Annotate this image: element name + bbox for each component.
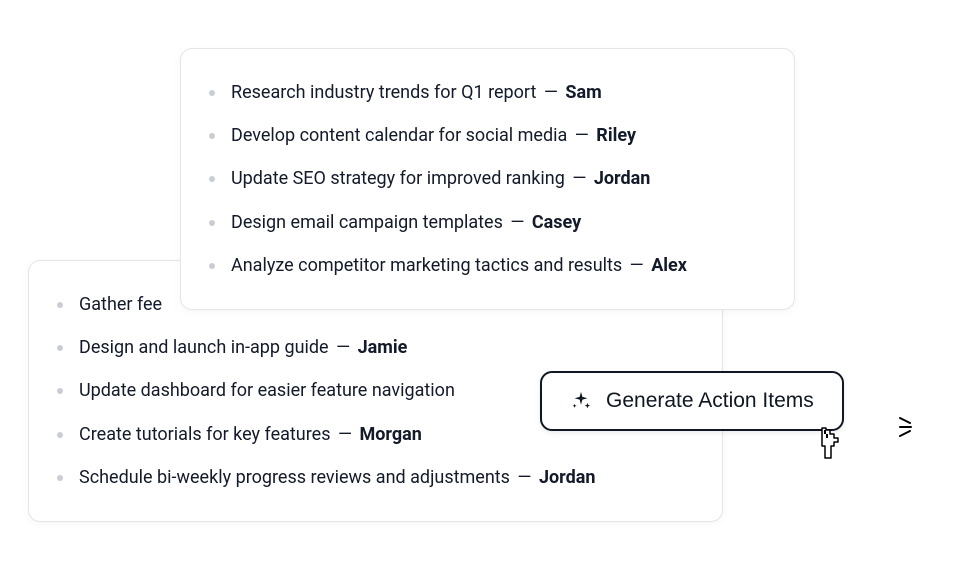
click-indicator-icon xyxy=(898,412,928,442)
list-item: Update SEO strategy for improved ranking… xyxy=(209,157,766,200)
task-label: Design email campaign templates xyxy=(231,212,503,233)
separator: — xyxy=(572,168,586,189)
bullet-icon xyxy=(57,475,63,481)
bullet-icon xyxy=(57,345,63,351)
separator: — xyxy=(575,125,589,146)
task-label: Update SEO strategy for improved ranking xyxy=(231,168,565,189)
task-text: Analyze competitor marketing tactics and… xyxy=(231,253,766,278)
action-items-card-front: Research industry trends for Q1 report —… xyxy=(180,48,795,310)
assignee-name: Casey xyxy=(532,212,581,233)
list-item: Analyze competitor marketing tactics and… xyxy=(209,244,766,287)
bullet-icon xyxy=(57,432,63,438)
task-label: Research industry trends for Q1 report xyxy=(231,82,536,103)
assignee-name: Sam xyxy=(565,82,601,103)
task-text: Develop content calendar for social medi… xyxy=(231,123,766,148)
separator: — xyxy=(336,337,350,358)
separator: — xyxy=(510,212,524,233)
task-label: Develop content calendar for social medi… xyxy=(231,125,567,146)
action-items-list-front: Research industry trends for Q1 report —… xyxy=(209,71,766,287)
generate-action-items-button[interactable]: Generate Action Items xyxy=(540,371,844,431)
task-text: Design and launch in-app guide — Jamie xyxy=(79,335,694,360)
separator: — xyxy=(630,255,644,276)
task-text: Research industry trends for Q1 report —… xyxy=(231,80,766,105)
list-item: Design and launch in-app guide — Jamie xyxy=(57,326,694,369)
task-text: Update SEO strategy for improved ranking… xyxy=(231,166,766,191)
task-text: Design email campaign templates — Casey xyxy=(231,210,766,235)
assignee-name: Jordan xyxy=(594,168,651,189)
task-label: Analyze competitor marketing tactics and… xyxy=(231,255,622,276)
task-label: Design and launch in-app guide xyxy=(79,337,329,358)
assignee-name: Jordan xyxy=(539,467,596,488)
bullet-icon xyxy=(209,263,215,269)
list-item: Design email campaign templates — Casey xyxy=(209,201,766,244)
bullet-icon xyxy=(209,90,215,96)
list-item: Develop content calendar for social medi… xyxy=(209,114,766,157)
assignee-name: Alex xyxy=(651,255,687,276)
task-label: Schedule bi-weekly progress reviews and … xyxy=(79,467,510,488)
task-label: Update dashboard for easier feature navi… xyxy=(79,380,455,401)
sparkle-icon xyxy=(570,390,592,412)
list-item: Schedule bi-weekly progress reviews and … xyxy=(57,456,694,499)
task-label: Gather fee xyxy=(79,294,162,315)
separator: — xyxy=(517,467,531,488)
bullet-icon xyxy=(209,133,215,139)
list-item: Research industry trends for Q1 report —… xyxy=(209,71,766,114)
bullet-icon xyxy=(57,302,63,308)
task-text: Schedule bi-weekly progress reviews and … xyxy=(79,465,694,490)
bullet-icon xyxy=(57,388,63,394)
assignee-name: Riley xyxy=(596,125,636,146)
button-label: Generate Action Items xyxy=(606,389,814,413)
assignee-name: Jamie xyxy=(358,337,408,358)
assignee-name: Morgan xyxy=(359,424,421,445)
separator: — xyxy=(544,82,558,103)
separator: — xyxy=(338,424,352,445)
bullet-icon xyxy=(209,176,215,182)
task-label: Create tutorials for key features xyxy=(79,424,330,445)
bullet-icon xyxy=(209,220,215,226)
